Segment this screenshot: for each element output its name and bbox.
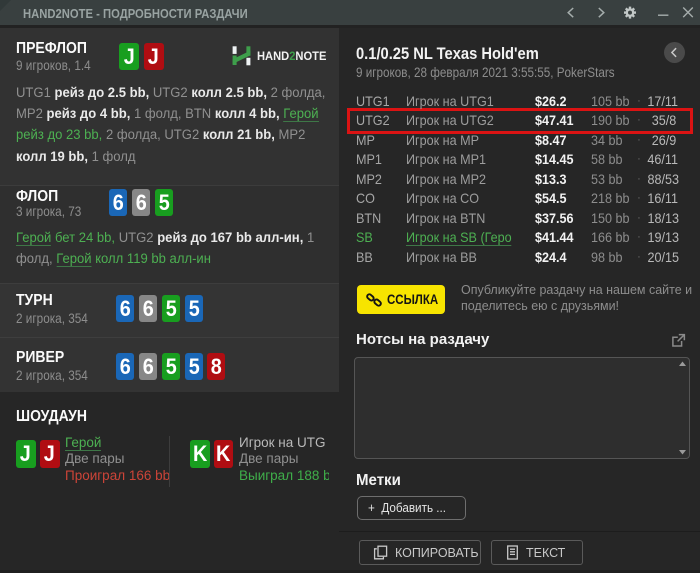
svg-text:HAND2NOTE: HAND2NOTE (257, 51, 327, 63)
